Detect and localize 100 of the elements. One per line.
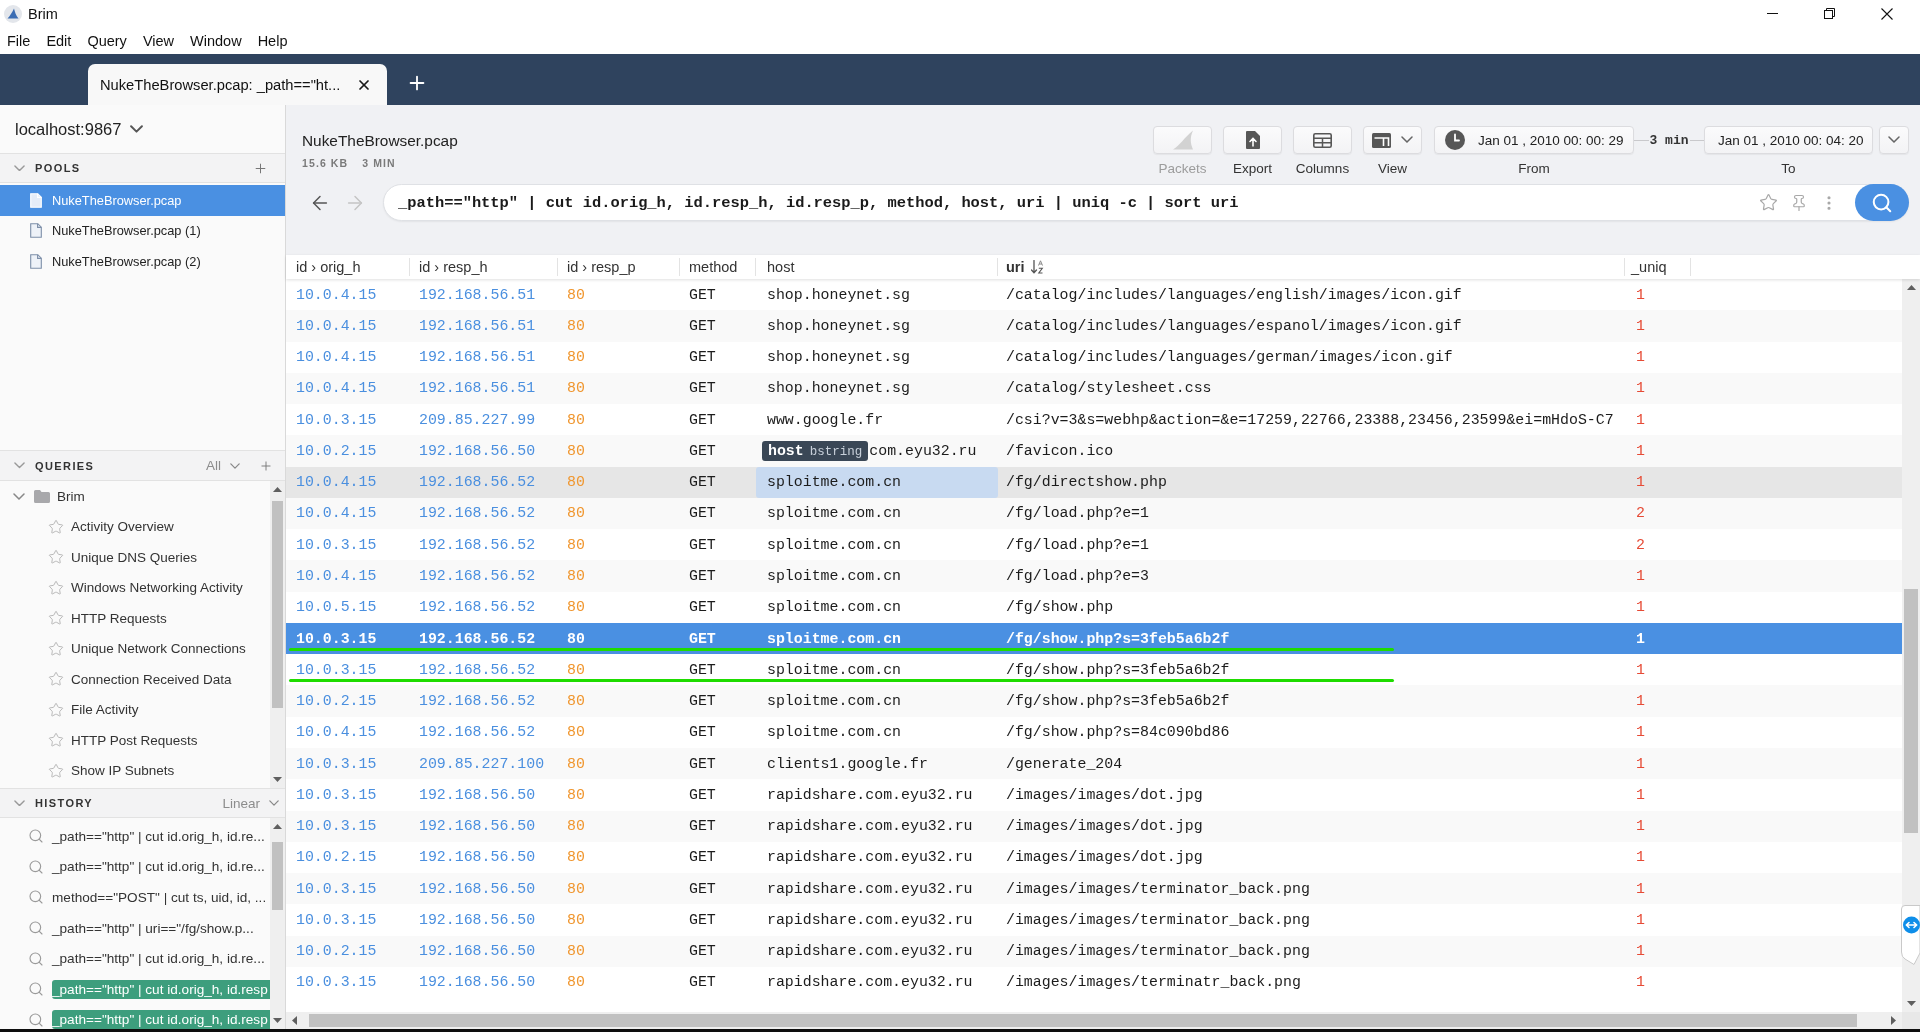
menu-item[interactable]: View bbox=[142, 32, 175, 49]
search-icon bbox=[1871, 191, 1893, 214]
pin-icon[interactable] bbox=[1790, 193, 1808, 212]
table-row[interactable]: 10.0.4.15 192.168.56.51 80 GET shop.honeynet.sg /catalog/includes/languages/espanol/images/icon.gif 1 bbox=[286, 310, 1902, 342]
sidebar-item[interactable]: Show IP Subnets bbox=[0, 755, 270, 786]
pool-item[interactable]: NukeTheBrowser.pcap (1) bbox=[0, 215, 285, 246]
star-icon[interactable] bbox=[48, 610, 64, 627]
column-header[interactable]: id › orig_h bbox=[286, 258, 410, 276]
column-header[interactable]: uri bbox=[998, 258, 1625, 276]
tab[interactable]: NukeTheBrowser.pcap: _path=="ht... bbox=[88, 64, 387, 105]
history-query[interactable]: _path=="http" | cut id.orig_h, id.re... bbox=[52, 857, 270, 877]
table-row[interactable]: 10.0.2.15 192.168.56.52 80 GET sploitme.com.cn /fg/show.php?s=3feb5a6b2f 1 bbox=[286, 685, 1902, 717]
table-cell-text: GET bbox=[688, 316, 717, 336]
table-cell-text: rapidshare.com.eyu32.ru bbox=[766, 879, 974, 899]
table-cell-text: 80 bbox=[566, 535, 586, 555]
table-cell-text: /catalog/includes/languages/espanol/images/icon.gif bbox=[1005, 316, 1463, 336]
star-icon[interactable] bbox=[48, 671, 64, 688]
scrollbar[interactable] bbox=[270, 481, 285, 788]
menu-item[interactable]: File bbox=[7, 32, 31, 49]
search-bar[interactable]: _path=="http" | cut id.orig_h, id.resp_h, id.resp_p, method, host, uri | uniq -c | sort uri bbox=[383, 184, 1909, 221]
columns-button[interactable] bbox=[1293, 126, 1352, 154]
menu-item[interactable]: Window bbox=[190, 32, 242, 49]
table-row[interactable]: 10.0.3.15 192.168.56.50 80 GET rapidshare.com.eyu32.ru /images/images/dot.jpg 1 bbox=[286, 810, 1902, 842]
range-dropdown-button[interactable] bbox=[1879, 126, 1909, 154]
sidebar-item[interactable]: File Activity bbox=[0, 694, 270, 725]
table-cell-text: 192.168.56.50 bbox=[418, 817, 537, 837]
sidebar-item[interactable]: HTTP Post Requests bbox=[0, 725, 270, 756]
history-query[interactable]: _path=="http" | uri=="/fg/show.p... bbox=[52, 918, 270, 938]
table-row[interactable]: 10.0.4.15 192.168.56.52 80 GET sploitme.com.cn /fg/load.php?e=3 1 bbox=[286, 560, 1902, 592]
export-button[interactable] bbox=[1223, 126, 1282, 154]
query-input[interactable]: _path=="http" | cut id.orig_h, id.resp_h, id.resp_p, method, host, uri | uniq -c | sort uri bbox=[398, 187, 1747, 218]
menu-item[interactable]: Query bbox=[87, 32, 127, 49]
table-cell-text: 80 bbox=[566, 660, 586, 680]
table-row[interactable]: 10.0.4.15 192.168.56.52 80 GET sploitme.com.cn /fg/load.php?e=1 2 bbox=[286, 497, 1902, 530]
star-icon[interactable] bbox=[48, 640, 64, 657]
column-header[interactable]: id › resp_p bbox=[558, 258, 680, 276]
pool-item[interactable]: NukeTheBrowser.pcap (2) bbox=[0, 246, 285, 277]
sort-icon[interactable] bbox=[1030, 260, 1044, 274]
scrollbar[interactable] bbox=[1902, 279, 1920, 1012]
search-button[interactable] bbox=[1855, 184, 1909, 221]
table-cell-text: sploitme.com.cn bbox=[766, 660, 903, 680]
table-cell-text: rapidshare.com.eyu32.ru bbox=[766, 817, 974, 837]
folder-item[interactable]: Brim bbox=[0, 481, 270, 512]
sidebar-item[interactable]: Connection Received Data bbox=[0, 664, 270, 695]
workspace-dropdown[interactable]: localhost:9867 bbox=[15, 119, 144, 139]
table-row[interactable]: 10.0.2.15 192.168.56.50 80 GET host bstring com.eyu32.ru /favicon.ico 1 bbox=[286, 435, 1902, 467]
star-icon[interactable] bbox=[48, 701, 64, 718]
chevron-down-icon[interactable] bbox=[13, 462, 25, 469]
scrollbar-thumb[interactable] bbox=[272, 501, 283, 708]
star-icon[interactable] bbox=[48, 732, 64, 749]
sidebar-item[interactable]: Activity Overview bbox=[0, 511, 270, 542]
table-row[interactable]: 10.0.4.15 192.168.56.52 80 GET sploitme.com.cn /fg/directshow.php 1 bbox=[286, 466, 1902, 498]
scrollbar-thumb[interactable] bbox=[309, 1014, 1857, 1027]
column-header[interactable]: id › resp_h bbox=[410, 258, 558, 276]
table-cell-text: GET bbox=[688, 567, 717, 586]
history-query[interactable]: _path=="http" | cut id.orig_h, id.re... bbox=[52, 949, 270, 969]
scroll-down-icon[interactable] bbox=[273, 1018, 282, 1023]
table-cell-text: 1 bbox=[1635, 942, 1646, 962]
menu-item[interactable]: Help bbox=[257, 32, 288, 49]
star-icon[interactable] bbox=[1759, 193, 1778, 212]
table-row[interactable]: 10.0.3.15 192.168.56.50 80 GET rapidshare.com.eyu32.ru /images/images/terminator_back.png 1 bbox=[286, 873, 1902, 905]
sidebar-item[interactable]: Unique DNS Queries bbox=[0, 542, 270, 573]
from-time-button[interactable]: Jan 01 , 2010 00: 00: 29 bbox=[1434, 126, 1634, 154]
chevron-down-icon[interactable] bbox=[13, 799, 25, 807]
scrollbar-thumb[interactable] bbox=[272, 842, 283, 910]
to-time-button[interactable]: Jan 01 , 2010 00: 04: 20 bbox=[1704, 126, 1873, 154]
column-header[interactable]: method bbox=[680, 258, 756, 276]
sidebar-item[interactable]: HTTP Requests bbox=[0, 603, 270, 634]
table-cell-text: GET bbox=[688, 535, 717, 555]
table-cell-text: 192.168.56.50 bbox=[418, 785, 537, 805]
scrollbar-thumb[interactable] bbox=[1904, 589, 1918, 833]
history-query[interactable]: method=="POST" | cut ts, uid, id, ... bbox=[52, 888, 270, 907]
star-icon[interactable] bbox=[48, 762, 64, 779]
scroll-up-icon[interactable] bbox=[273, 824, 282, 829]
table-row[interactable]: 10.0.3.15 209.85.227.100 80 GET clients1.google.fr /generate_204 1 bbox=[286, 748, 1902, 780]
column-header[interactable]: host bbox=[756, 258, 998, 276]
scroll-left-icon[interactable] bbox=[292, 1016, 297, 1025]
star-icon[interactable] bbox=[48, 549, 64, 566]
scroll-right-icon[interactable] bbox=[1891, 1016, 1896, 1025]
view-button[interactable] bbox=[1363, 126, 1422, 154]
menu-item[interactable]: Edit bbox=[46, 32, 72, 49]
history-query[interactable]: _path=="http" | cut id.orig_h, id.re... bbox=[52, 826, 270, 846]
scroll-down-icon[interactable] bbox=[1906, 1001, 1916, 1006]
scrollbar[interactable] bbox=[270, 818, 285, 1029]
scrollbar[interactable] bbox=[286, 1012, 1920, 1029]
double-arrow-icon[interactable] bbox=[1901, 905, 1920, 965]
scroll-up-icon[interactable] bbox=[1906, 285, 1916, 290]
table-cell-text: shop.honeynet.sg bbox=[766, 379, 911, 399]
star-icon[interactable] bbox=[48, 579, 64, 596]
table-cell-text: /csi?v=3&s=webhp&action=&e=17259,22766,23388,23456,23599&ei=mHdoS-C7 bbox=[1005, 410, 1615, 430]
table-row[interactable]: 10.0.4.15 192.168.56.51 80 GET shop.honeynet.sg /catalog/stylesheet.css 1 bbox=[286, 372, 1902, 405]
scroll-down-icon[interactable] bbox=[273, 777, 282, 782]
scroll-up-icon[interactable] bbox=[273, 487, 282, 492]
table-cell-text: 209.85.227.100 bbox=[418, 754, 546, 774]
column-header[interactable]: _uniq bbox=[1625, 258, 1691, 276]
chevron-down-icon[interactable] bbox=[13, 164, 25, 172]
sidebar-item[interactable]: Unique Network Connections bbox=[0, 633, 270, 664]
table-row[interactable]: 10.0.2.15 192.168.56.50 80 GET rapidshare.com.eyu32.ru /images/images/terminator_back.png 1 bbox=[286, 935, 1902, 967]
star-icon[interactable] bbox=[48, 518, 64, 535]
sidebar-item[interactable]: Windows Networking Activity bbox=[0, 572, 270, 603]
